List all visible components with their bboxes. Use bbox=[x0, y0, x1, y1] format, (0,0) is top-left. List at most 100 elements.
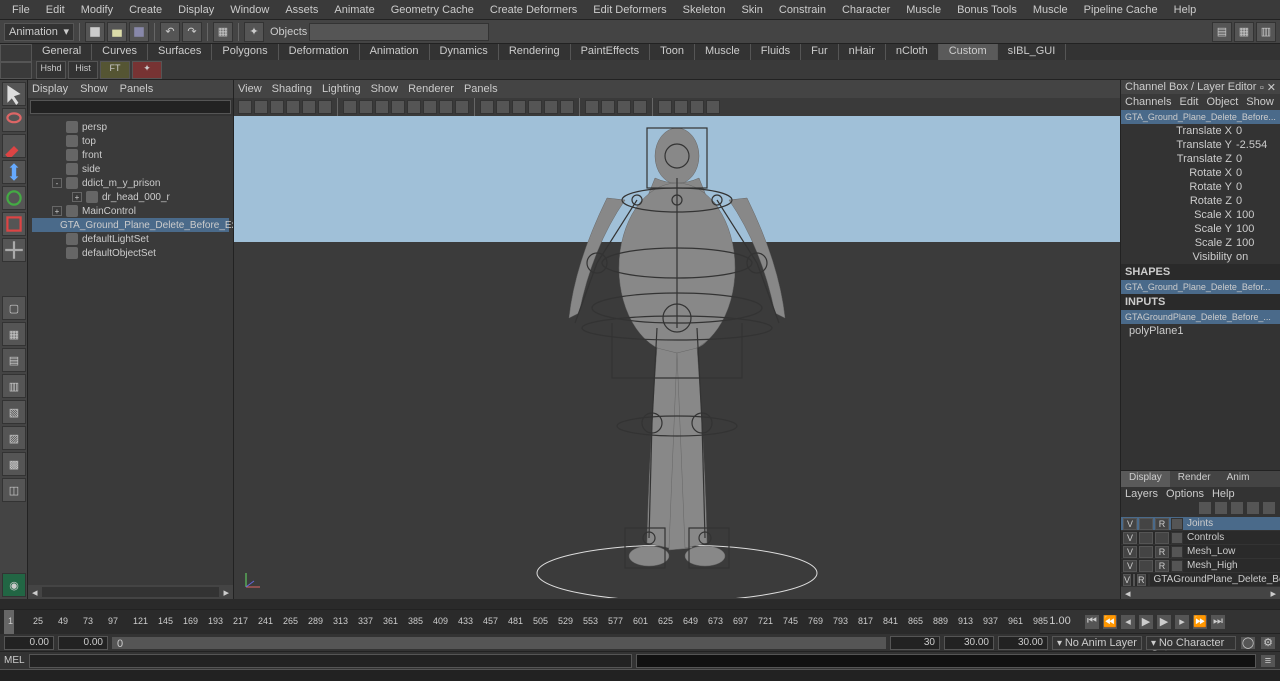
attr-value[interactable]: 100 bbox=[1236, 209, 1276, 221]
shelf-tab-painteffects[interactable]: PaintEffects bbox=[571, 44, 651, 60]
layer-color[interactable] bbox=[1171, 546, 1183, 558]
layer-vis[interactable]: V bbox=[1123, 574, 1131, 586]
anim-layer-dropdown[interactable]: ▾ No Anim Layer bbox=[1052, 636, 1142, 650]
layout-icon-3[interactable]: ▥ bbox=[1256, 22, 1276, 42]
vp-tb-20[interactable] bbox=[560, 100, 574, 114]
vp-tb-16[interactable] bbox=[496, 100, 510, 114]
attr-row-5[interactable]: Rotate Z0 bbox=[1121, 194, 1280, 208]
vp-menu-show[interactable]: Show bbox=[371, 83, 399, 95]
menu-edit[interactable]: Edit bbox=[38, 2, 73, 18]
shelf-tab-deformation[interactable]: Deformation bbox=[279, 44, 360, 60]
undo-icon[interactable]: ↶ bbox=[160, 22, 180, 42]
layout-8[interactable]: ◫ bbox=[2, 478, 26, 502]
ch-menu-object[interactable]: Object bbox=[1206, 96, 1238, 108]
step-forward-key[interactable]: ⏩ bbox=[1192, 614, 1208, 630]
layer-menu-layers[interactable]: Layers bbox=[1125, 488, 1158, 500]
attr-row-6[interactable]: Scale X100 bbox=[1121, 208, 1280, 222]
outliner-item-6[interactable]: +MainControl bbox=[32, 204, 229, 218]
layer-row-3[interactable]: VRMesh_High bbox=[1121, 559, 1280, 573]
manip-tool[interactable] bbox=[2, 238, 26, 262]
menu-help[interactable]: Help bbox=[1166, 2, 1205, 18]
vp-tb-10[interactable] bbox=[391, 100, 405, 114]
attr-row-8[interactable]: Scale Z100 bbox=[1121, 236, 1280, 250]
redo-icon[interactable]: ↷ bbox=[182, 22, 202, 42]
vp-menu-lighting[interactable]: Lighting bbox=[322, 83, 361, 95]
vp-tb-26[interactable] bbox=[674, 100, 688, 114]
attr-value[interactable]: 0 bbox=[1236, 153, 1276, 165]
shelf-tab-dynamics[interactable]: Dynamics bbox=[430, 44, 499, 60]
layer-color[interactable] bbox=[1171, 560, 1183, 572]
save-scene-icon[interactable] bbox=[129, 22, 149, 42]
vp-tb-18[interactable] bbox=[528, 100, 542, 114]
layer-icn-4[interactable] bbox=[1246, 501, 1260, 515]
attr-row-1[interactable]: Translate Y-2.554 bbox=[1121, 138, 1280, 152]
vp-tb-17[interactable] bbox=[512, 100, 526, 114]
layer-scroll-left[interactable]: ◂ bbox=[1121, 587, 1135, 599]
layer-icn-2[interactable] bbox=[1214, 501, 1228, 515]
attr-value[interactable]: -2.554 bbox=[1236, 139, 1276, 151]
scale-tool[interactable] bbox=[2, 212, 26, 236]
shelf-btn-hist[interactable]: Hist bbox=[68, 61, 98, 79]
outliner-item-2[interactable]: front bbox=[32, 148, 229, 162]
go-to-end[interactable]: ⏭ bbox=[1210, 614, 1226, 630]
paint-select-tool[interactable] bbox=[2, 134, 26, 158]
vp-tb-21[interactable] bbox=[585, 100, 599, 114]
menu-geometry-cache[interactable]: Geometry Cache bbox=[383, 2, 482, 18]
menu-create[interactable]: Create bbox=[121, 2, 170, 18]
layer-row-4[interactable]: VRGTAGroundPlane_Delete_Befo bbox=[1121, 573, 1280, 587]
vp-tb-2[interactable] bbox=[254, 100, 268, 114]
menu-window[interactable]: Window bbox=[222, 2, 277, 18]
go-to-start[interactable]: ⏮ bbox=[1084, 614, 1100, 630]
outliner-item-5[interactable]: +dr_head_000_r bbox=[32, 190, 229, 204]
select-mode-icon[interactable]: ✦ bbox=[244, 22, 264, 42]
vp-menu-view[interactable]: View bbox=[238, 83, 262, 95]
select-by-name-icon[interactable]: ▦ bbox=[213, 22, 233, 42]
input-item-0[interactable]: GTAGroundPlane_Delete_Before_... bbox=[1121, 310, 1280, 324]
menu-modify[interactable]: Modify bbox=[73, 2, 121, 18]
layout-5[interactable]: ▧ bbox=[2, 400, 26, 424]
shelf-btn-axis[interactable]: ✦ bbox=[132, 61, 162, 79]
play-back[interactable]: ▶ bbox=[1138, 614, 1154, 630]
menu-edit-deformers[interactable]: Edit Deformers bbox=[585, 2, 674, 18]
shelf-tab-fur[interactable]: Fur bbox=[801, 44, 839, 60]
vp-tb-7[interactable] bbox=[343, 100, 357, 114]
attr-value[interactable]: 100 bbox=[1236, 223, 1276, 235]
shelf-tab-ncloth[interactable]: nCloth bbox=[886, 44, 939, 60]
vp-tb-24[interactable] bbox=[633, 100, 647, 114]
outliner-item-4[interactable]: -ddict_m_y_prison bbox=[32, 176, 229, 190]
vp-tb-28[interactable] bbox=[706, 100, 720, 114]
layer-p[interactable] bbox=[1139, 532, 1153, 544]
attr-value[interactable]: 0 bbox=[1236, 167, 1276, 179]
layer-p[interactable] bbox=[1139, 546, 1153, 558]
shelf-tab-curves[interactable]: Curves bbox=[92, 44, 148, 60]
vp-tb-6[interactable] bbox=[318, 100, 332, 114]
attr-value[interactable]: 0 bbox=[1236, 181, 1276, 193]
rp-min-icon[interactable]: ▫ bbox=[1260, 82, 1264, 94]
layout-3[interactable]: ▤ bbox=[2, 348, 26, 372]
range-slider[interactable]: 0 bbox=[112, 637, 886, 649]
vp-tb-9[interactable] bbox=[375, 100, 389, 114]
shelf-tab-polygons[interactable]: Polygons bbox=[212, 44, 278, 60]
move-tool[interactable] bbox=[2, 160, 26, 184]
layer-color[interactable] bbox=[1171, 532, 1183, 544]
select-tool[interactable] bbox=[2, 82, 26, 106]
attr-row-3[interactable]: Rotate X0 bbox=[1121, 166, 1280, 180]
outliner-search[interactable] bbox=[30, 100, 231, 114]
prefs-icon[interactable]: ⚙ bbox=[1260, 636, 1276, 650]
vp-tb-3[interactable] bbox=[270, 100, 284, 114]
menu-pipeline-cache[interactable]: Pipeline Cache bbox=[1076, 2, 1166, 18]
layout-2[interactable]: ▦ bbox=[2, 322, 26, 346]
shelf-tab-fluids[interactable]: Fluids bbox=[751, 44, 801, 60]
menu-muscle2[interactable]: Muscle bbox=[1025, 2, 1076, 18]
step-back[interactable]: ◂ bbox=[1120, 614, 1136, 630]
layer-color[interactable] bbox=[1148, 574, 1150, 586]
lasso-tool[interactable] bbox=[2, 108, 26, 132]
script-editor-icon[interactable]: ≡ bbox=[1260, 654, 1276, 668]
cmd-lang-label[interactable]: MEL bbox=[4, 655, 25, 666]
vp-tb-19[interactable] bbox=[544, 100, 558, 114]
layer-menu-options[interactable]: Options bbox=[1166, 488, 1204, 500]
vp-tb-23[interactable] bbox=[617, 100, 631, 114]
time-slider[interactable]: 1254973971211451691932172412652893133373… bbox=[0, 610, 1040, 634]
layer-vis[interactable]: V bbox=[1123, 518, 1137, 530]
outliner-tree[interactable]: persptopfrontside-ddict_m_y_prison+dr_he… bbox=[28, 116, 233, 585]
